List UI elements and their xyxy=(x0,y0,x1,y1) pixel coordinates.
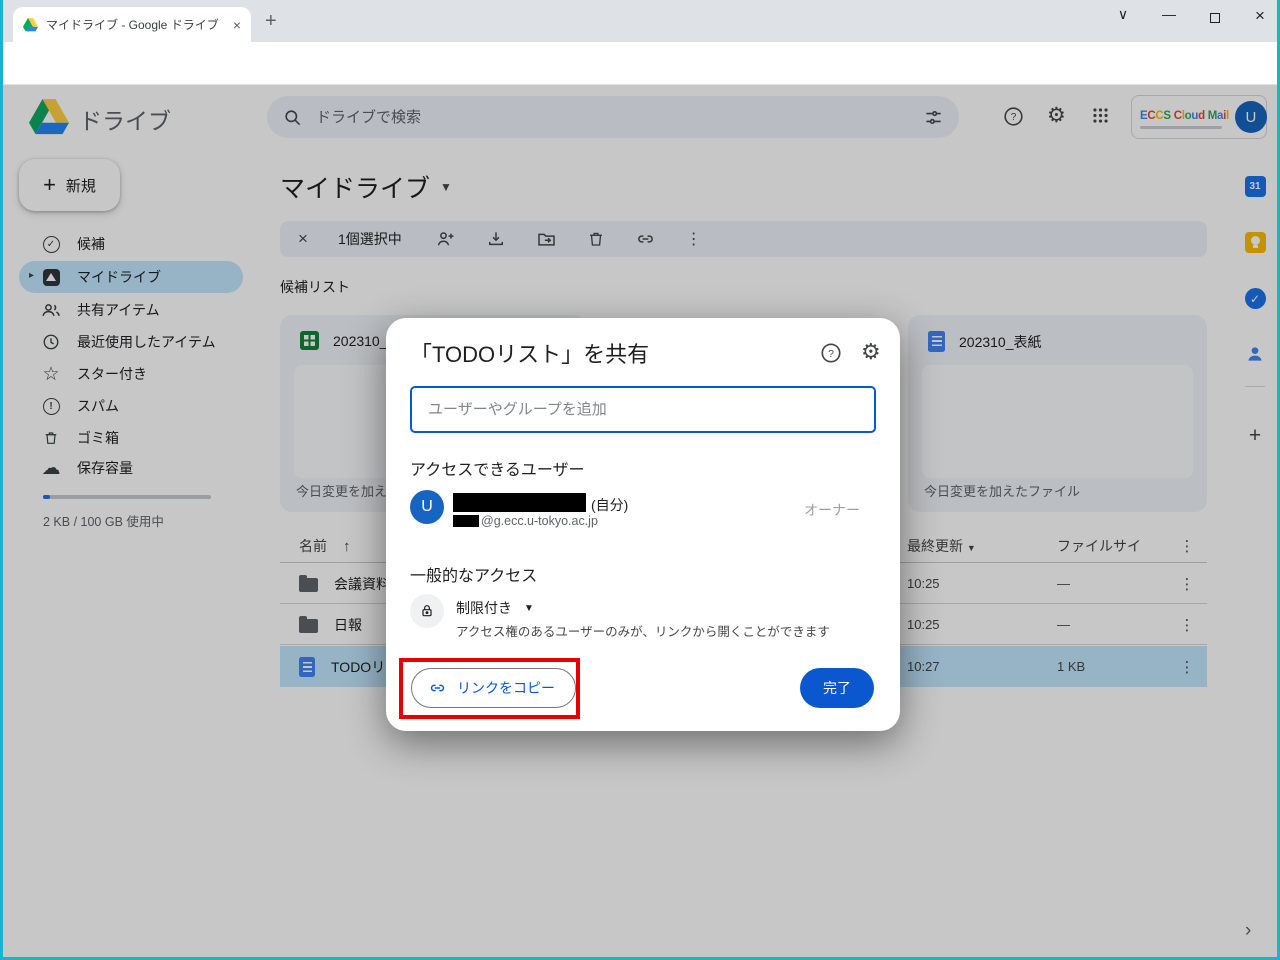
access-description: アクセス権のあるユーザーのみが、リンクから開くことができます xyxy=(456,621,830,640)
owner-email-domain: @g.ecc.u-tokyo.ac.jp xyxy=(481,514,598,528)
general-access-heading: 一般的なアクセス xyxy=(410,562,537,586)
tab-close-icon[interactable]: × xyxy=(233,17,241,33)
owner-self-label: (自分) xyxy=(591,495,628,515)
chevron-down-icon: ▼ xyxy=(524,603,534,614)
restricted-lock-icon xyxy=(410,594,444,628)
access-level-dropdown[interactable]: 制限付き ▼ xyxy=(456,598,534,618)
drive-favicon xyxy=(23,18,38,32)
owner-avatar: U xyxy=(410,490,444,524)
redacted-email-local xyxy=(453,515,479,527)
dialog-title: 「TODOリスト」を共有 xyxy=(410,337,649,369)
add-people-input[interactable] xyxy=(410,386,876,433)
people-section-heading: アクセスできるユーザー xyxy=(410,456,585,480)
svg-text:?: ? xyxy=(828,348,834,360)
browser-tab[interactable]: マイドライブ - Google ドライブ × xyxy=(13,7,251,42)
tab-search-icon[interactable]: ∨ xyxy=(1108,6,1138,23)
browser-toolbar: ← → ↻ drive.google.com/drive/my-drive ☆ … xyxy=(3,42,1277,85)
dialog-settings-gear-icon[interactable]: ⚙ xyxy=(861,339,881,365)
screen: マイドライブ - Google ドライブ × + ∨ — × ← → ↻ dri… xyxy=(0,0,1280,960)
tab-title: マイドライブ - Google ドライブ xyxy=(46,16,225,33)
dialog-help-icon[interactable]: ? xyxy=(820,342,842,364)
annotation-highlight-rectangle xyxy=(399,658,580,719)
redacted-owner-name xyxy=(453,493,586,512)
window-close-button[interactable]: × xyxy=(1245,6,1275,26)
done-button[interactable]: 完了 xyxy=(800,668,874,708)
owner-role-label: オーナー xyxy=(804,500,860,520)
browser-tabstrip: マイドライブ - Google ドライブ × + ∨ — × xyxy=(3,0,1277,42)
new-tab-button[interactable]: + xyxy=(265,10,277,33)
window-minimize-button[interactable]: — xyxy=(1154,6,1184,22)
window-maximize-button[interactable] xyxy=(1200,10,1230,26)
